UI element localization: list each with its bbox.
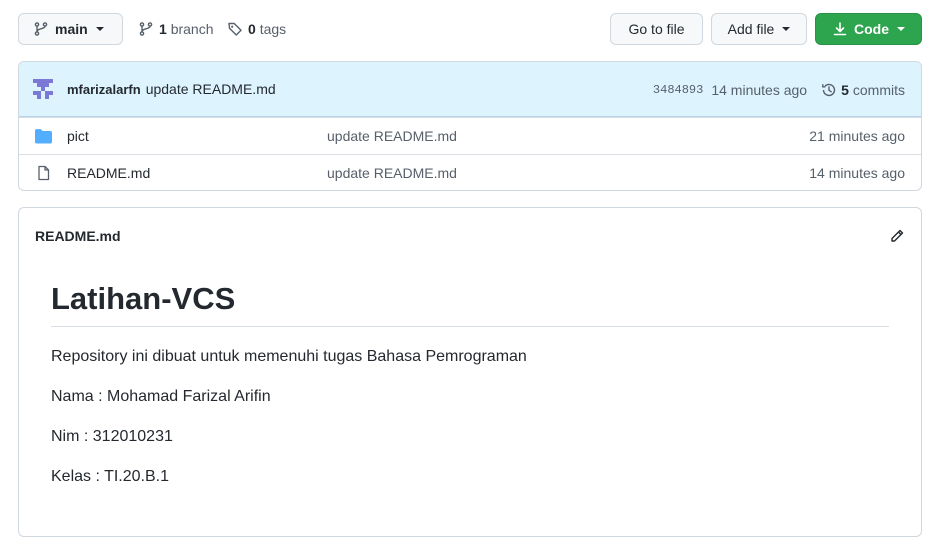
file-name[interactable]: pict [67, 128, 89, 144]
file-commit-message[interactable]: update README.md [327, 128, 457, 144]
commit-sha[interactable]: 3484893 [653, 83, 703, 97]
branch-select-button[interactable]: main [18, 13, 123, 45]
readme-paragraph: Kelas : TI.20.B.1 [51, 468, 169, 485]
add-file-button[interactable]: Add file [711, 13, 807, 45]
chevron-down-icon [95, 27, 104, 31]
tag-icon [228, 22, 242, 36]
branches-link[interactable]: 1 branch [138, 13, 214, 45]
chevron-down-icon [782, 27, 791, 31]
readme-header: README.md [19, 208, 921, 263]
readme-filename[interactable]: README.md [35, 228, 121, 244]
download-icon [833, 22, 847, 36]
commit-count-label: commits [852, 81, 905, 98]
branch-label: branch [170, 21, 214, 37]
add-file-label: Add file [727, 21, 775, 37]
commit-count: 5 [841, 81, 849, 98]
file-browser: mfarizalarfn update README.md 3484893 14… [18, 61, 922, 191]
file-row-readme[interactable]: README.md update README.md 14 minutes ag… [19, 154, 921, 190]
go-to-file-button[interactable]: Go to file [610, 13, 703, 45]
code-label: Code [854, 21, 889, 37]
readme-content: Latihan-VCS Repository ini dibuat untuk … [51, 263, 889, 485]
commits-link[interactable]: 5 commits [821, 82, 905, 98]
chevron-down-icon [897, 27, 905, 31]
readme-heading: Latihan-VCS [51, 280, 889, 327]
file-row-pict[interactable]: pict update README.md 21 minutes ago [19, 117, 921, 154]
file-age: 14 minutes ago [809, 165, 905, 181]
branch-count: 1 [159, 21, 167, 37]
git-branch-icon [139, 22, 153, 36]
commit-meta: 3484893 14 minutes ago 5 commits [653, 62, 905, 117]
file-name[interactable]: README.md [67, 165, 150, 181]
file-commit-message[interactable]: update README.md [327, 165, 457, 181]
avatar[interactable] [33, 79, 53, 99]
readme-paragraph: Nim : 312010231 [51, 428, 173, 445]
latest-commit-bar: mfarizalarfn update README.md 3484893 14… [19, 62, 921, 117]
pencil-icon[interactable] [889, 228, 905, 244]
readme-panel: README.md Latihan-VCS Repository ini dib… [18, 207, 922, 537]
commit-message[interactable]: update README.md [146, 81, 276, 97]
tag-count: 0 [248, 21, 256, 37]
file-icon [38, 165, 50, 181]
code-button[interactable]: Code [815, 13, 922, 45]
folder-icon [35, 129, 52, 144]
tags-link[interactable]: 0 tags [227, 13, 286, 45]
tag-label: tags [259, 21, 287, 37]
branch-name: main [55, 21, 88, 37]
git-branch-icon [34, 22, 48, 36]
readme-paragraph: Repository ini dibuat untuk memenuhi tug… [51, 348, 527, 365]
commit-author[interactable]: mfarizalarfn [67, 82, 141, 97]
history-icon [822, 83, 836, 96]
commit-time[interactable]: 14 minutes ago [711, 82, 807, 98]
repo-toolbar: main 1 branch 0 tags Go to file Add file… [18, 13, 922, 45]
go-to-file-label: Go to file [628, 21, 685, 37]
file-age: 21 minutes ago [809, 128, 905, 144]
readme-paragraph: Nama : Mohamad Farizal Arifin [51, 388, 271, 405]
